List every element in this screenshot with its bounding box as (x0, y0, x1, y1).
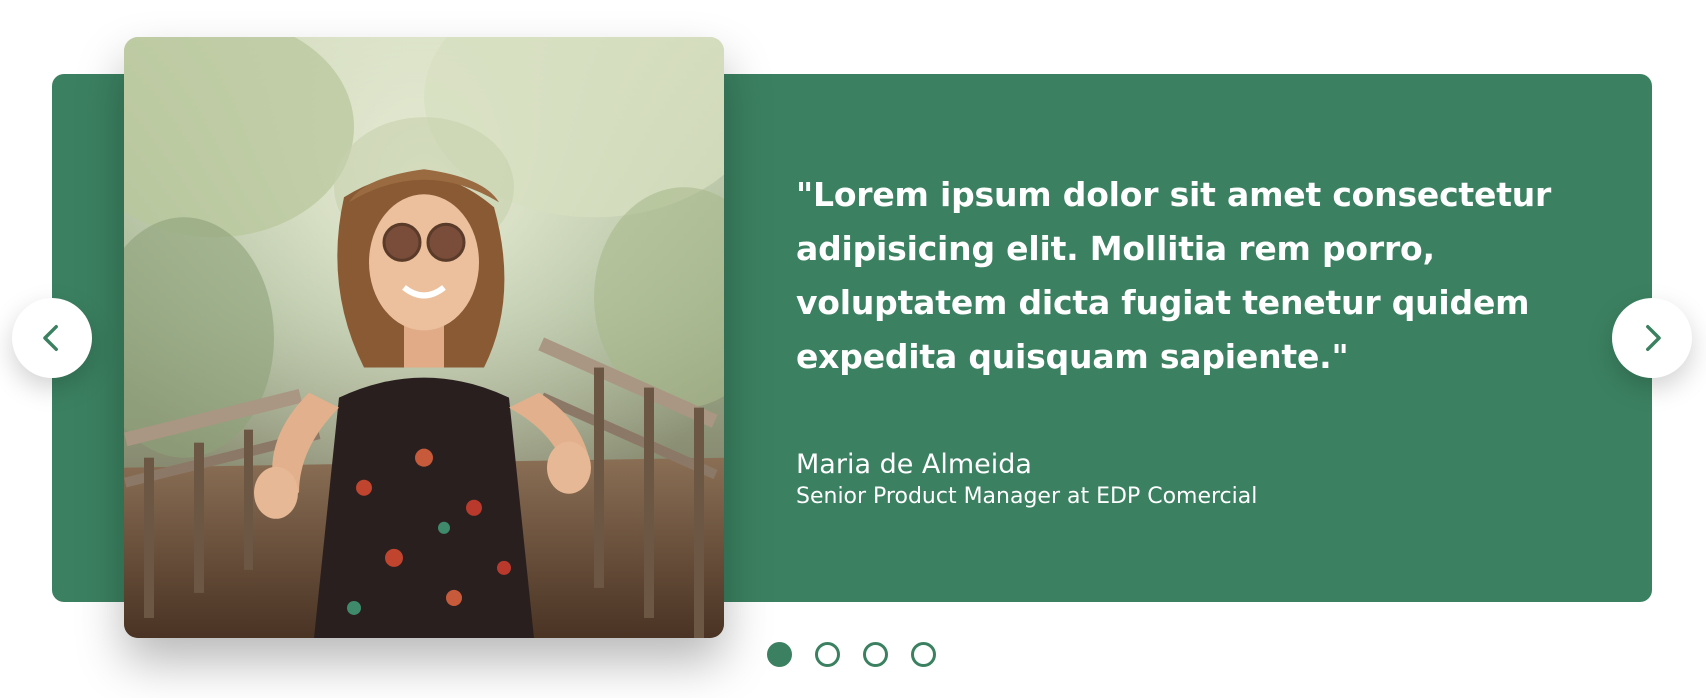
pagination-dot-3[interactable] (863, 642, 888, 667)
author-name: Maria de Almeida (796, 449, 1032, 480)
testimonial-slider: "Lorem ipsum dolor sit amet consectetur … (0, 0, 1706, 698)
testimonial-photo (124, 37, 724, 638)
author-role: Senior Product Manager at EDP Comercial (796, 484, 1258, 509)
pagination-dot-4[interactable] (911, 642, 936, 667)
testimonial-content: "Lorem ipsum dolor sit amet consectetur … (796, 168, 1596, 512)
slide-pagination (767, 642, 936, 667)
previous-slide-button[interactable] (12, 298, 92, 378)
chevron-left-icon (43, 324, 58, 352)
pagination-dot-2[interactable] (815, 642, 840, 667)
chevron-right-icon (1646, 324, 1661, 352)
testimonial-quote: "Lorem ipsum dolor sit amet consectetur … (796, 175, 1552, 376)
photo-illustration (124, 37, 724, 638)
pagination-dot-1[interactable] (767, 642, 792, 667)
next-slide-button[interactable] (1612, 298, 1692, 378)
